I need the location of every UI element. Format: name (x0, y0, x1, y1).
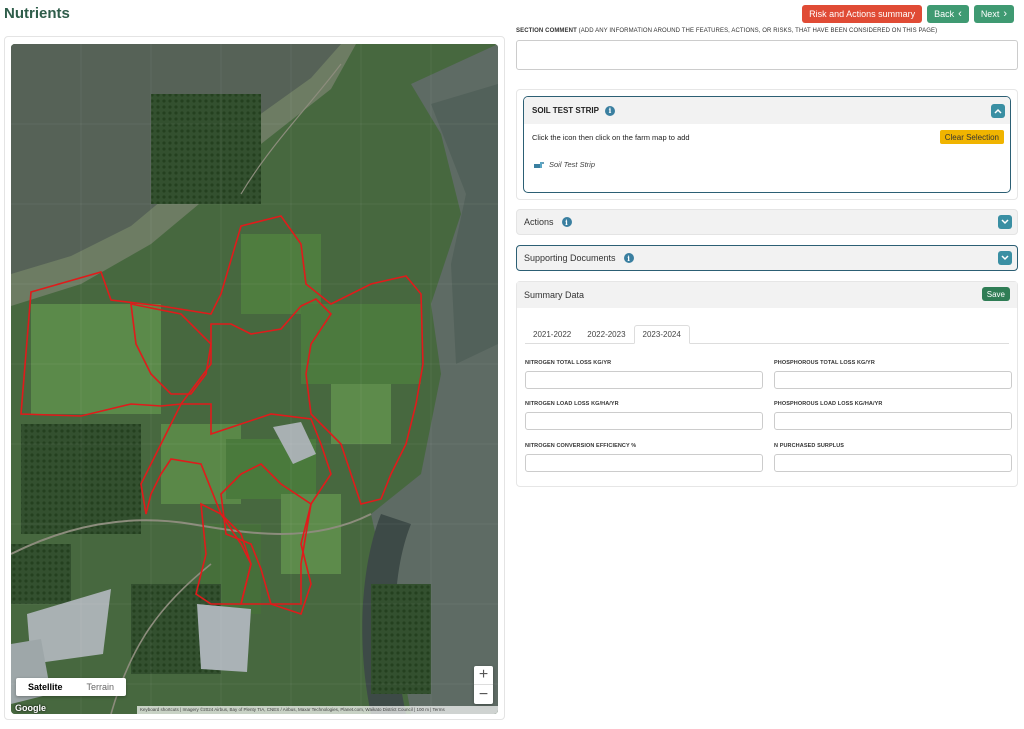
risk-actions-summary-label: Risk and Actions summary (809, 9, 916, 19)
soil-test-strip-header[interactable]: SOIL TEST STRIP i (524, 97, 1010, 124)
save-button[interactable]: Save (981, 287, 1010, 301)
actions-accordion[interactable]: Actions i (516, 209, 1018, 235)
nitrogen-conversion-input[interactable] (525, 454, 763, 472)
next-label: Next (980, 9, 1000, 19)
back-label: Back (934, 9, 955, 19)
section-comment-input[interactable] (516, 40, 1018, 70)
section-comment-label-rest: (ADD ANY INFORMATION AROUND THE FEATURES… (576, 28, 938, 34)
summary-data-title: Summary Data (524, 290, 585, 300)
satellite-toggle[interactable]: Satellite (16, 678, 75, 696)
tab-2022-2023[interactable]: 2022-2023 (579, 325, 633, 343)
top-actions: Risk and Actions summary Back ‹ Next › (802, 5, 1014, 23)
nitrogen-total-loss-label: NITROGEN TOTAL LOSS KG/YR (525, 360, 612, 366)
chevron-left-icon: ‹ (958, 8, 962, 20)
section-comment-label: SECTION COMMENT (ADD ANY INFORMATION ARO… (516, 28, 937, 34)
page-title: Nutrients (4, 5, 70, 22)
clear-selection-label: Clear Selection (944, 132, 999, 142)
phosphorous-load-loss-label: PHOSPHOROUS LOAD LOSS KG/HA/YR (774, 401, 883, 407)
soil-test-strip-icon (534, 161, 544, 169)
n-purchased-surplus-label: N PURCHASED SURPLUS (774, 443, 845, 449)
nitrogen-total-loss-input[interactable] (525, 371, 763, 389)
terrain-toggle[interactable]: Terrain (75, 678, 127, 696)
google-logo: Google (15, 703, 46, 713)
soil-test-strip-item-label: Soil Test Strip (549, 160, 595, 169)
chevron-down-icon[interactable] (998, 251, 1012, 265)
chevron-down-icon[interactable] (998, 215, 1012, 229)
actions-title: Actions (524, 217, 554, 227)
info-icon[interactable]: i (561, 217, 572, 227)
next-button[interactable]: Next › (973, 5, 1014, 23)
satellite-imagery (11, 44, 498, 714)
risk-actions-summary-button[interactable]: Risk and Actions summary (802, 5, 923, 23)
zoom-in-button[interactable]: + (474, 666, 493, 685)
nitrogen-conversion-label: NITROGEN CONVERSION EFFICIENCY % (525, 443, 637, 449)
clear-selection-button[interactable]: Clear Selection (939, 130, 1004, 144)
chevron-up-icon[interactable] (991, 103, 1005, 118)
tab-2023-2024[interactable]: 2023-2024 (633, 325, 690, 344)
info-icon[interactable]: i (623, 253, 634, 263)
soil-test-strip-tool[interactable]: Soil Test Strip (534, 160, 595, 169)
save-label: Save (986, 289, 1005, 299)
zoom-control: + − (474, 666, 493, 704)
supporting-documents-accordion[interactable]: Supporting Documents i (516, 245, 1018, 271)
zoom-out-button[interactable]: − (474, 685, 493, 704)
soil-test-strip-box: SOIL TEST STRIP i Click the icon then cl… (523, 96, 1011, 193)
section-comment-label-bold: SECTION COMMENT (516, 28, 577, 34)
info-icon[interactable]: i (604, 105, 615, 116)
map-type-control: Satellite Terrain (16, 678, 127, 696)
chevron-right-icon: › (1003, 8, 1007, 20)
map-attribution[interactable]: Keyboard shortcuts | Imagery ©2024 Airbu… (137, 706, 498, 714)
phosphorous-load-loss-input[interactable] (774, 412, 1012, 430)
phosphorous-total-loss-input[interactable] (774, 371, 1012, 389)
farm-map[interactable]: Satellite Terrain + − Google Keyboard sh… (11, 44, 498, 714)
phosphorous-total-loss-label: PHOSPHOROUS TOTAL LOSS KG/YR (774, 360, 875, 366)
nitrogen-load-loss-label: NITROGEN LOAD LOSS KG/HA/YR (525, 401, 619, 407)
summary-data-header: Summary Data Save (517, 282, 1017, 308)
map-card: Satellite Terrain + − Google Keyboard sh… (4, 36, 505, 720)
tab-2021-2022[interactable]: 2021-2022 (525, 325, 579, 343)
back-button[interactable]: Back ‹ (927, 5, 969, 23)
nitrogen-load-loss-input[interactable] (525, 412, 763, 430)
soil-test-strip-instruction: Click the icon then click on the farm ma… (532, 133, 690, 142)
year-tabs: 2021-2022 2022-2023 2023-2024 (525, 325, 1009, 344)
summary-data-panel: Summary Data Save 2021-2022 2022-2023 20… (516, 281, 1018, 487)
supporting-documents-title: Supporting Documents (524, 253, 616, 263)
soil-test-strip-title: SOIL TEST STRIP (532, 106, 599, 115)
soil-test-strip-panel: SOIL TEST STRIP i Click the icon then cl… (516, 89, 1018, 200)
n-purchased-surplus-input[interactable] (774, 454, 1012, 472)
